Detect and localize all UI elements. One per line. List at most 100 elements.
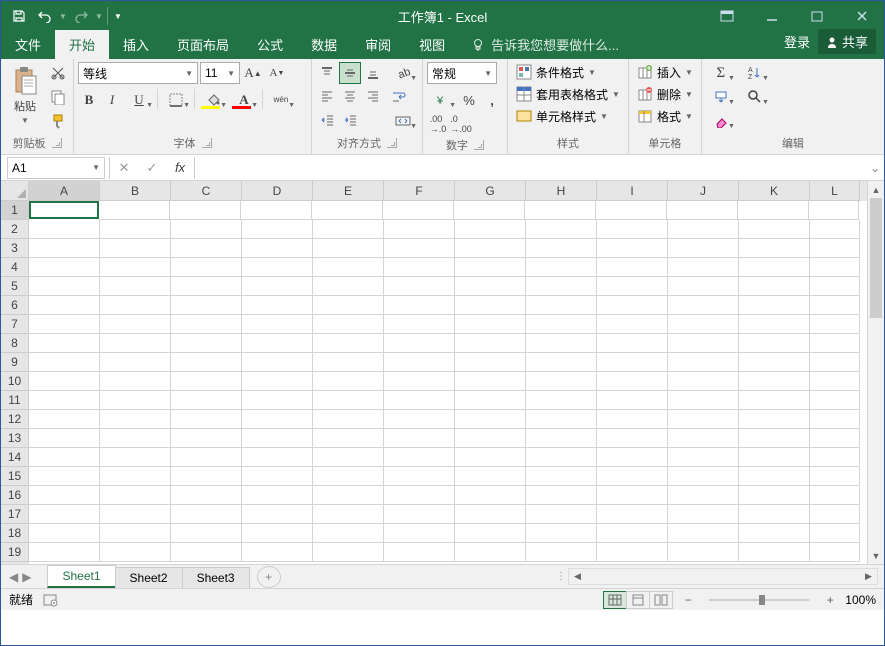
cell[interactable] <box>597 467 668 486</box>
cell[interactable] <box>100 220 171 239</box>
col-header-H[interactable]: H <box>526 181 597 201</box>
cell[interactable] <box>313 486 384 505</box>
col-header-F[interactable]: F <box>384 181 455 201</box>
format-cells-button[interactable]: 格式 ▼ <box>633 106 697 126</box>
cell[interactable] <box>384 429 455 448</box>
cell[interactable] <box>668 448 739 467</box>
cell[interactable] <box>668 543 739 562</box>
tab-insert[interactable]: 插入 <box>109 30 163 59</box>
undo-dropdown-icon[interactable]: ▼ <box>59 4 67 28</box>
underline-button[interactable]: U▼ <box>124 89 154 111</box>
row-header-1[interactable]: 1 <box>1 201 29 220</box>
row-header-10[interactable]: 10 <box>1 372 29 391</box>
zoom-level-label[interactable]: 100% <box>845 593 876 607</box>
row-header-6[interactable]: 6 <box>1 296 29 315</box>
cell[interactable] <box>384 467 455 486</box>
redo-dropdown-icon[interactable]: ▼ <box>95 4 103 28</box>
cell[interactable] <box>29 296 100 315</box>
cell-styles-button[interactable]: 单元格样式 ▼ <box>512 106 624 126</box>
cell[interactable] <box>171 220 242 239</box>
row-header-14[interactable]: 14 <box>1 448 29 467</box>
close-icon[interactable] <box>839 1 884 31</box>
cell[interactable] <box>525 201 596 220</box>
cell[interactable] <box>739 353 810 372</box>
col-header-C[interactable]: C <box>171 181 242 201</box>
cell[interactable] <box>313 524 384 543</box>
cell[interactable] <box>313 315 384 334</box>
increase-font-button[interactable]: A▲ <box>242 62 264 84</box>
cell[interactable] <box>597 486 668 505</box>
cell[interactable] <box>242 239 313 258</box>
cell[interactable] <box>384 315 455 334</box>
font-color-button[interactable]: A▼ <box>229 89 259 111</box>
cell[interactable] <box>29 505 100 524</box>
align-bottom-button[interactable] <box>362 62 384 84</box>
cell[interactable] <box>100 334 171 353</box>
cell[interactable] <box>455 467 526 486</box>
scroll-right-icon[interactable]: ▶ <box>860 571 877 582</box>
cell[interactable] <box>739 467 810 486</box>
increase-decimal-button[interactable]: .00→.0 <box>427 113 449 135</box>
cell[interactable] <box>313 334 384 353</box>
cell[interactable] <box>668 258 739 277</box>
cell[interactable] <box>739 486 810 505</box>
cell[interactable] <box>526 391 597 410</box>
font-size-combo[interactable]: 11▼ <box>200 62 240 84</box>
cell[interactable] <box>242 410 313 429</box>
accounting-format-button[interactable]: ¥▼ <box>427 89 457 111</box>
cell[interactable] <box>171 391 242 410</box>
cell[interactable] <box>171 505 242 524</box>
cell[interactable] <box>100 410 171 429</box>
cell[interactable] <box>597 239 668 258</box>
cell[interactable] <box>171 372 242 391</box>
cell[interactable] <box>313 277 384 296</box>
cell[interactable] <box>242 467 313 486</box>
cell[interactable] <box>242 448 313 467</box>
cancel-button[interactable]: ✕ <box>110 157 138 179</box>
cell[interactable] <box>739 220 810 239</box>
cell[interactable] <box>99 201 170 220</box>
cell[interactable] <box>739 448 810 467</box>
cell[interactable] <box>668 239 739 258</box>
cell[interactable] <box>810 258 860 277</box>
normal-view-button[interactable] <box>603 591 627 609</box>
sheet-nav-next-icon[interactable]: ▶ <box>22 570 31 584</box>
cell[interactable] <box>313 448 384 467</box>
cell[interactable] <box>312 201 383 220</box>
cell[interactable] <box>455 543 526 562</box>
cell[interactable] <box>29 334 100 353</box>
alignment-dialog-launcher[interactable] <box>387 138 397 148</box>
scroll-down-icon[interactable]: ▼ <box>868 547 884 564</box>
cell[interactable] <box>810 486 860 505</box>
cell[interactable] <box>810 239 860 258</box>
sort-filter-button[interactable]: AZ▼ <box>740 62 770 84</box>
cell[interactable] <box>455 524 526 543</box>
cell[interactable] <box>739 239 810 258</box>
cell[interactable] <box>455 448 526 467</box>
cell[interactable] <box>739 391 810 410</box>
sheet-tab-1[interactable]: Sheet1 <box>47 565 115 588</box>
cell[interactable] <box>526 258 597 277</box>
cell[interactable] <box>171 524 242 543</box>
cell[interactable] <box>526 448 597 467</box>
cell[interactable] <box>242 505 313 524</box>
cell[interactable] <box>171 277 242 296</box>
tab-splitter[interactable]: ⋮ <box>556 571 562 582</box>
cell[interactable] <box>171 315 242 334</box>
enter-button[interactable]: ✓ <box>138 157 166 179</box>
redo-icon[interactable] <box>69 4 93 28</box>
cell[interactable] <box>313 391 384 410</box>
page-layout-view-button[interactable] <box>626 591 650 609</box>
sheet-tab-3[interactable]: Sheet3 <box>182 567 250 588</box>
cell[interactable] <box>171 429 242 448</box>
cell[interactable] <box>668 505 739 524</box>
cell[interactable] <box>809 201 859 220</box>
cell[interactable] <box>739 505 810 524</box>
cell[interactable] <box>171 296 242 315</box>
cell[interactable] <box>171 334 242 353</box>
col-header-I[interactable]: I <box>597 181 668 201</box>
border-button[interactable]: ▼ <box>161 89 191 111</box>
cell[interactable] <box>455 258 526 277</box>
cell[interactable] <box>384 353 455 372</box>
share-button[interactable]: 共享 <box>818 29 876 54</box>
